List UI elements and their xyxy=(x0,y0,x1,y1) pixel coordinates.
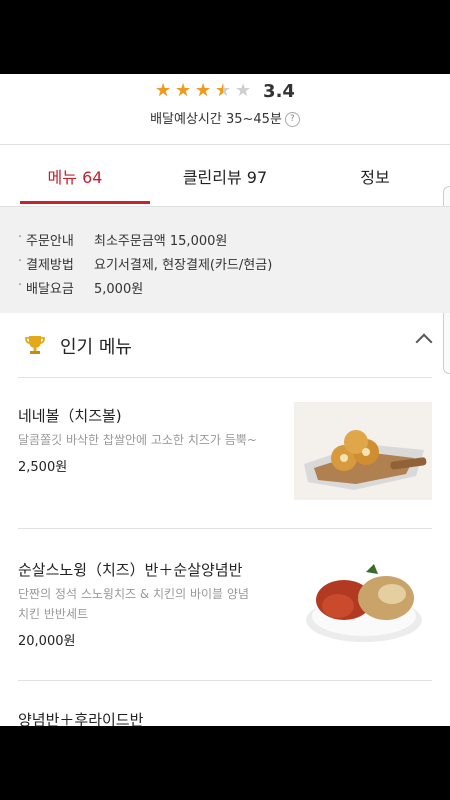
divider xyxy=(18,528,432,529)
cheeseball-photo xyxy=(294,402,432,500)
chicken-photo xyxy=(294,554,432,652)
divider xyxy=(18,377,432,378)
info-value: 최소주문금액 15,000원 xyxy=(94,234,228,249)
star-icon: ★★ xyxy=(195,80,212,101)
popular-menu-header[interactable]: 인기 메뉴 xyxy=(0,312,450,378)
tab-menu[interactable]: 메뉴 64 xyxy=(0,146,150,206)
info-label: 배달요금 xyxy=(26,282,74,297)
info-row-delivery-fee: · 배달요금 5,000원 xyxy=(18,278,144,297)
delivery-time-text: 배달예상시간 35~45분 xyxy=(150,112,282,127)
info-label: 결제방법 xyxy=(26,258,74,273)
info-row-payment: · 결제방법 요기서결제, 현장결제(카드/현금) xyxy=(18,254,273,273)
tab-reviews[interactable]: 클린리뷰 97 xyxy=(150,146,300,206)
star-icon: ★★ xyxy=(235,80,252,101)
menu-item[interactable]: 네네볼（치즈볼) 달콤쫄깃 바삭한 찹쌀안에 고소한 치즈가 듬뿍~ 2,500… xyxy=(18,402,432,506)
star-icon: ★★ xyxy=(175,80,192,101)
menu-item[interactable]: 순살스노윙（치즈）반＋순살양념반 단짠의 정석 스노윙치즈 & 치킨의 바이블 … xyxy=(18,554,432,660)
delivery-time: 배달예상시간 35~45분? xyxy=(0,108,450,127)
popular-menu-title: 인기 메뉴 xyxy=(60,337,132,358)
info-row-order: · 주문안내 최소주문금액 15,000원 xyxy=(18,230,228,249)
rating-value: 3.4 xyxy=(263,80,295,102)
menu-item[interactable]: 양념반＋후라이드반 xyxy=(18,710,432,726)
rating-row: ★★ ★★ ★★ ★★ ★★ 3.4 xyxy=(0,78,450,104)
store-menu-screen: ★★ ★★ ★★ ★★ ★★ 3.4 배달예상시간 35~45분? 메뉴 64 … xyxy=(0,74,450,726)
chevron-up-icon[interactable] xyxy=(415,333,433,351)
divider xyxy=(18,680,432,681)
star-rating: ★★ ★★ ★★ ★★ ★★ xyxy=(155,82,253,100)
help-icon[interactable]: ? xyxy=(284,112,300,127)
star-icon: ★★ xyxy=(155,80,172,101)
star-icon: ★★ xyxy=(215,80,232,101)
menu-item-desc: 달콤쫄깃 바삭한 찹쌀안에 고소한 치즈가 듬뿍~ xyxy=(18,433,257,447)
tab-info[interactable]: 정보 xyxy=(300,146,450,206)
menu-item-name: 양념반＋후라이드반 xyxy=(18,711,144,726)
info-value: 5,000원 xyxy=(94,282,144,297)
menu-item-photo xyxy=(402,720,432,726)
trophy-icon xyxy=(25,336,45,354)
tab-bar: 메뉴 64 클린리뷰 97 정보 xyxy=(0,146,450,206)
menu-item-desc: 단짠의 정석 스노윙치즈 & 치킨의 바이블 양념치킨 반반세트 xyxy=(18,587,249,621)
divider xyxy=(0,144,450,145)
order-info-box: · 주문안내 최소주문금액 15,000원 · 결제방법 요기서결제, 현장결제… xyxy=(0,206,450,313)
info-value: 요기서결제, 현장결제(카드/현금) xyxy=(94,258,273,273)
info-label: 주문안내 xyxy=(26,234,74,249)
